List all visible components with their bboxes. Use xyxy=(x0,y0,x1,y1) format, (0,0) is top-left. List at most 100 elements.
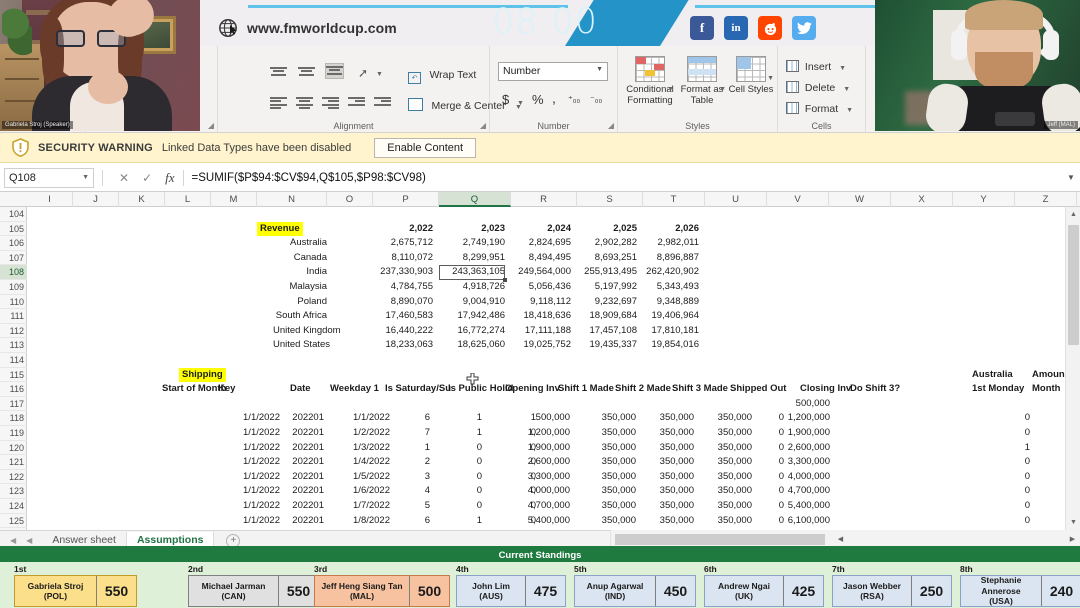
revenue-value-cell[interactable]: 237,330,903 xyxy=(373,265,433,280)
column-header-v[interactable]: V xyxy=(767,192,829,207)
shipping-cell-sat[interactable]: 1 xyxy=(432,514,482,529)
column-header-p[interactable]: P xyxy=(373,192,439,207)
revenue-value-cell[interactable]: 8,299,951 xyxy=(439,251,505,266)
shipping-cell-close[interactable]: 1,200,000 xyxy=(760,411,830,426)
row-header-115[interactable]: 115 xyxy=(0,368,27,383)
revenue-value-cell[interactable]: 18,233,063 xyxy=(373,338,433,353)
shipping-cell-start[interactable]: 1/1/2022 xyxy=(228,514,280,529)
twitter-icon[interactable] xyxy=(792,16,816,40)
shipping-cell-key[interactable]: 202201 xyxy=(282,499,324,514)
alignment-dialog-launcher-icon[interactable]: ◢ xyxy=(480,121,486,130)
revenue-value-cell[interactable]: 17,810,181 xyxy=(643,324,699,339)
shipping-cell-monday[interactable]: 0 xyxy=(960,514,1030,529)
shipping-column-header[interactable]: Opening Inv xyxy=(505,382,560,397)
shipping-column-header[interactable]: Shift 2 Made xyxy=(615,382,671,397)
shipping-cell-weekday[interactable]: 5 xyxy=(380,499,430,514)
insert-cells-button[interactable]: Insert ▼ xyxy=(786,60,846,73)
wrap-text-button[interactable]: ↶ Wrap Text xyxy=(408,65,476,84)
column-header-j[interactable]: J xyxy=(73,192,119,207)
shipping-cell-monday[interactable]: 0 xyxy=(960,426,1030,441)
revenue-value-cell[interactable]: 19,435,337 xyxy=(577,338,637,353)
revenue-year-header[interactable]: 2,022 xyxy=(373,222,433,237)
revenue-value-cell[interactable]: 243,363,105 xyxy=(439,265,505,280)
row-header-120[interactable]: 120 xyxy=(0,441,27,456)
shipping-cell-weekday[interactable]: 7 xyxy=(380,426,430,441)
shipping-cell-key[interactable]: 202201 xyxy=(282,441,324,456)
shipping-cell-open[interactable]: 3,300,000 xyxy=(490,470,570,485)
shipping-cell-close[interactable]: 4,000,000 xyxy=(760,470,830,485)
align-bottom-button[interactable] xyxy=(326,64,343,78)
revenue-value-cell[interactable]: 8,693,251 xyxy=(577,251,637,266)
revenue-value-cell[interactable]: 4,784,755 xyxy=(373,280,433,295)
chevron-down-icon[interactable]: ▼ xyxy=(1062,173,1080,182)
revenue-country-label[interactable]: India xyxy=(273,265,327,280)
column-header-z[interactable]: Z xyxy=(1015,192,1077,207)
insert-caret-icon[interactable]: ▼ xyxy=(839,65,846,72)
shipping-cell-sat[interactable]: 0 xyxy=(432,441,482,456)
revenue-value-cell[interactable]: 19,025,752 xyxy=(511,338,571,353)
name-box[interactable]: Q108 ▼ xyxy=(4,168,94,188)
shipping-column-header[interactable]: Is Public Holid xyxy=(448,382,513,397)
shipping-column-header[interactable]: Shift 1 Made xyxy=(558,382,614,397)
decrease-indent-button[interactable] xyxy=(348,95,365,109)
shipping-cell-open[interactable]: 2,600,000 xyxy=(490,455,570,470)
fx-icon[interactable]: fx xyxy=(165,170,174,186)
column-header-i[interactable]: I xyxy=(27,192,73,207)
reddit-icon[interactable] xyxy=(758,16,782,40)
revenue-country-label[interactable]: United States xyxy=(273,338,327,353)
revenue-value-cell[interactable]: 19,406,964 xyxy=(643,309,699,324)
revenue-country-label[interactable]: Canada xyxy=(273,251,327,266)
column-header-s[interactable]: S xyxy=(577,192,643,207)
shipping-cell-key[interactable]: 202201 xyxy=(282,426,324,441)
orientation-button[interactable]: ➚ xyxy=(358,66,368,80)
shipping-column-header[interactable]: Shift 3 Made xyxy=(672,382,728,397)
revenue-value-cell[interactable]: 19,854,016 xyxy=(643,338,699,353)
revenue-title[interactable]: Revenue xyxy=(257,222,303,237)
revenue-value-cell[interactable]: 9,004,910 xyxy=(439,295,505,310)
row-header-104[interactable]: 104 xyxy=(0,207,27,222)
row-header-123[interactable]: 123 xyxy=(0,484,27,499)
column-header-u[interactable]: U xyxy=(705,192,767,207)
column-header-o[interactable]: O xyxy=(327,192,373,207)
revenue-value-cell[interactable]: 9,232,697 xyxy=(577,295,637,310)
align-top-button[interactable] xyxy=(270,65,287,79)
increase-indent-button[interactable] xyxy=(374,95,391,109)
shipping-cell-monday[interactable]: 1 xyxy=(960,441,1030,456)
row-header-105[interactable]: 105 xyxy=(0,222,27,237)
prev-sheet-icon[interactable]: ◀ xyxy=(26,536,32,545)
revenue-country-label[interactable]: Malaysia xyxy=(273,280,327,295)
revenue-value-cell[interactable]: 16,772,274 xyxy=(439,324,505,339)
revenue-country-label[interactable]: United Kingdom xyxy=(273,324,327,339)
shipping-column-header[interactable]: Key xyxy=(218,382,235,397)
column-header-l[interactable]: L xyxy=(165,192,211,207)
column-header-n[interactable]: N xyxy=(257,192,327,207)
conditional-formatting-button[interactable]: Conditional Formatting ▼ xyxy=(624,56,676,106)
shipping-cell-key[interactable]: 202201 xyxy=(282,455,324,470)
shipping-column-header[interactable]: Shipped Out xyxy=(730,382,786,397)
shipping-cell-open[interactable]: 5,400,000 xyxy=(490,514,570,529)
shipping-cell-start[interactable]: 1/1/2022 xyxy=(228,470,280,485)
format-as-table-button[interactable]: Format as Table ▼ xyxy=(678,56,726,106)
revenue-value-cell[interactable]: 2,982,011 xyxy=(643,236,699,251)
column-header-k[interactable]: K xyxy=(119,192,165,207)
revenue-country-label[interactable]: Poland xyxy=(273,295,327,310)
cell-styles-caret-icon[interactable]: ▼ xyxy=(767,75,774,82)
shipping-column-header-extra[interactable]: Australia xyxy=(972,368,1013,383)
cell-styles-button[interactable]: Cell Styles ▼ xyxy=(728,56,774,95)
revenue-value-cell[interactable]: 5,343,493 xyxy=(643,280,699,295)
shipping-cell-close[interactable]: 5,400,000 xyxy=(760,499,830,514)
column-header-x[interactable]: X xyxy=(891,192,953,207)
revenue-value-cell[interactable]: 18,909,684 xyxy=(577,309,637,324)
shipping-cell-start[interactable]: 1/1/2022 xyxy=(228,484,280,499)
format-caret-icon[interactable]: ▼ xyxy=(846,107,853,114)
shipping-cell-close[interactable]: 4,700,000 xyxy=(760,484,830,499)
row-header-110[interactable]: 110 xyxy=(0,295,27,310)
font-dialog-launcher-icon[interactable]: ◢ xyxy=(208,121,214,130)
format-as-table-caret-icon[interactable]: ▼ xyxy=(719,86,726,93)
revenue-value-cell[interactable]: 16,440,222 xyxy=(373,324,433,339)
shipping-cell-sat[interactable]: 0 xyxy=(432,484,482,499)
revenue-value-cell[interactable]: 4,918,726 xyxy=(439,280,505,295)
row-header-119[interactable]: 119 xyxy=(0,426,27,441)
column-header-q[interactable]: Q xyxy=(439,192,511,207)
shipping-cell-key[interactable]: 202201 xyxy=(282,514,324,529)
